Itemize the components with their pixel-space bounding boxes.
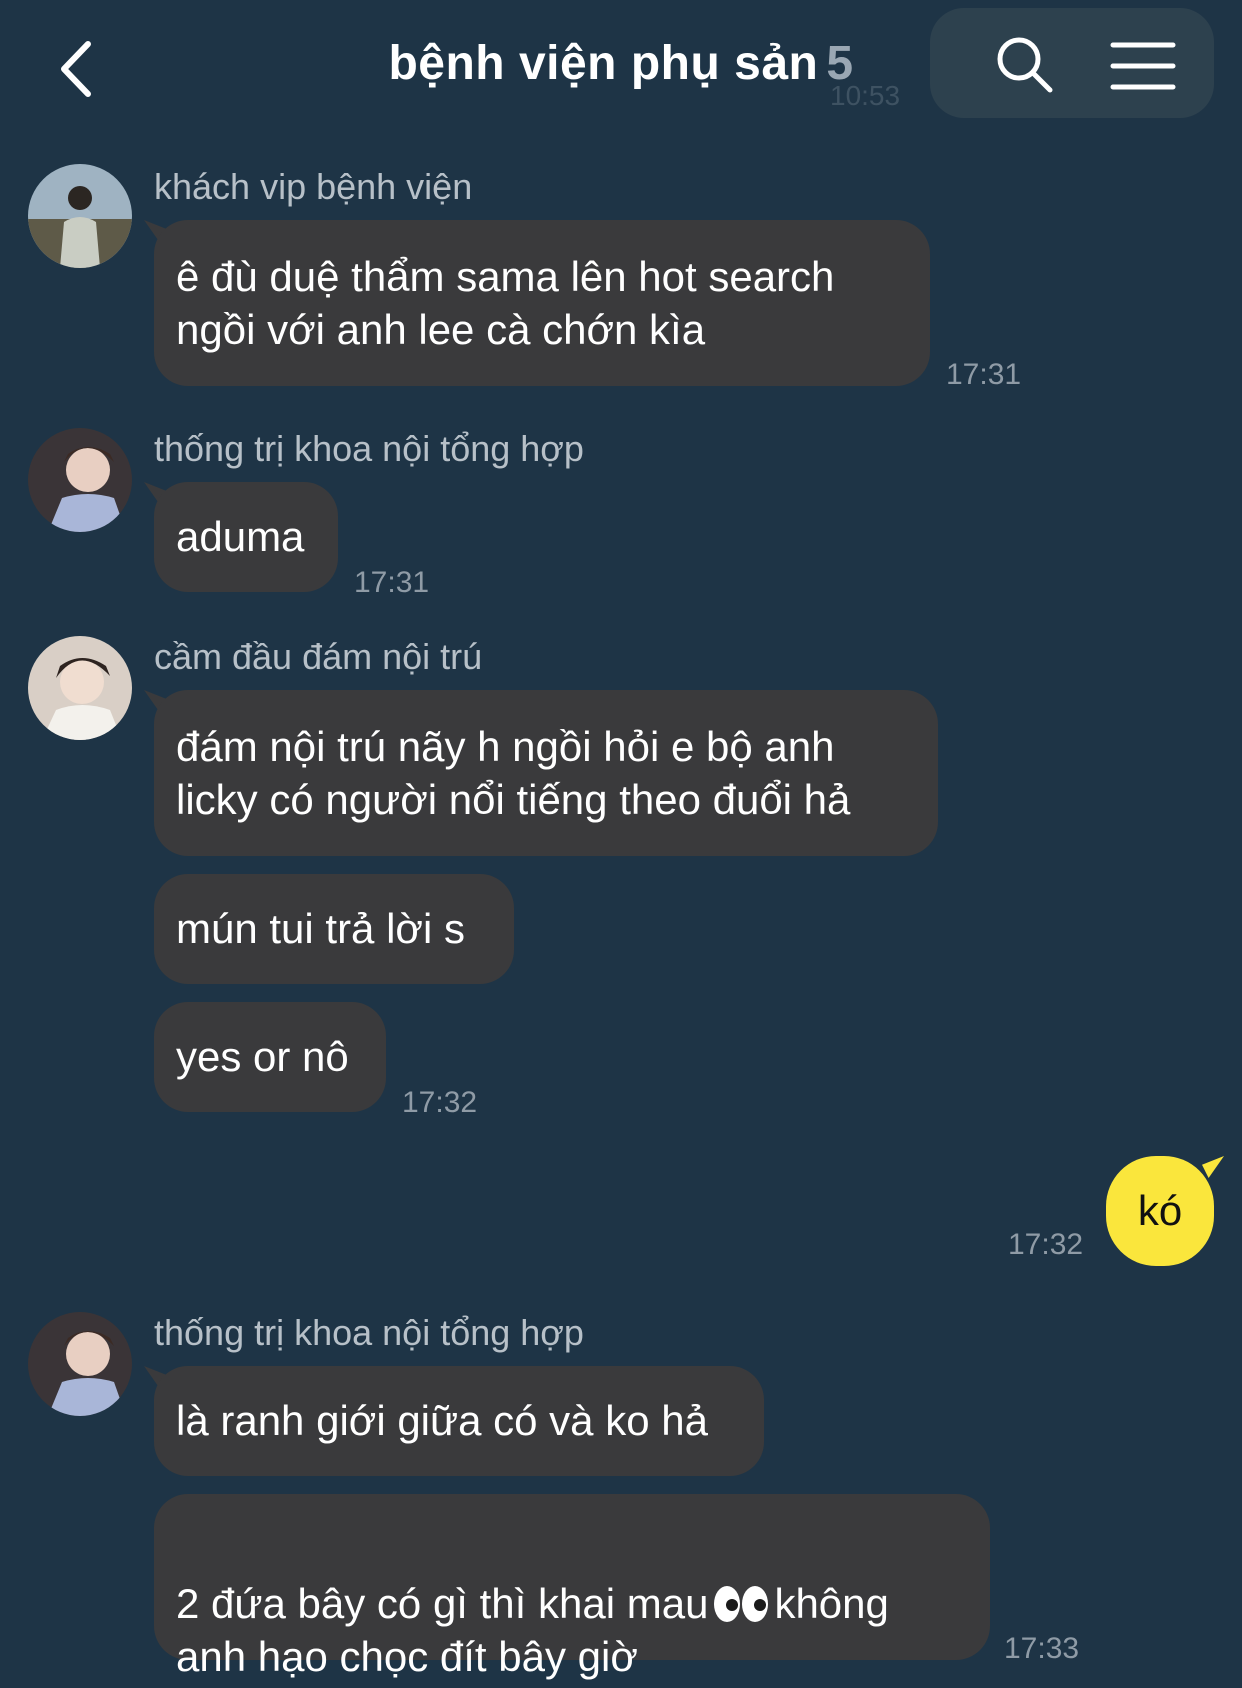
message-text: mún tui trả lời s [176, 905, 465, 952]
avatar-image [28, 164, 132, 268]
sender-name: cầm đầu đám nội trú [154, 636, 483, 677]
message-bubble[interactable]: 2 đứa bây có gì thì khai mau không anh h… [154, 1494, 990, 1680]
message-bubble[interactable]: yes or nô [154, 1002, 386, 1112]
member-count: 5 [826, 37, 854, 90]
message-bubble[interactable]: đám nội trú nãy h ngồi hỏi e bộ anh lick… [154, 690, 938, 856]
message-time: 17:31 [354, 566, 430, 599]
message-time: 17:32 [402, 1086, 478, 1119]
message-time: 17:33 [1004, 1632, 1080, 1665]
message-text: aduma [176, 513, 305, 560]
avatar-thong-tri[interactable] [28, 1312, 132, 1416]
sender-name: thống trị khoa nội tổng hợp [154, 1312, 584, 1353]
avatar-image [28, 636, 132, 740]
message-bubble[interactable]: ê đù duệ thẩm sama lên hot search ngồi v… [154, 220, 930, 386]
hamburger-menu-icon [1110, 42, 1176, 90]
chat-title-text: bệnh viện phụ sản [388, 37, 819, 90]
avatar-image [28, 428, 132, 532]
message-bubble[interactable]: aduma [154, 482, 338, 592]
menu-button[interactable] [1110, 40, 1176, 92]
message-text: 2 đứa bây có gì thì khai mau [176, 1580, 709, 1627]
my-message-bubble[interactable]: kó [1106, 1156, 1214, 1266]
message-time: 17:31 [946, 358, 1022, 391]
message-text: ê đù duệ thẩm sama lên hot search ngồi v… [176, 253, 835, 353]
chat-header: 10:53 bệnh viện phụ sản 5 [0, 0, 1242, 140]
search-button[interactable] [994, 34, 1056, 96]
message-bubble[interactable]: là ranh giới giữa có và ko hả [154, 1366, 764, 1476]
message-text: là ranh giới giữa có và ko hả [176, 1397, 708, 1444]
avatar-khach-vip[interactable] [28, 164, 132, 268]
eyes-emoji-icon [714, 1585, 769, 1622]
avatar-image [28, 1312, 132, 1416]
sender-name: khách vip bệnh viện [154, 166, 473, 207]
avatar-cam-dau[interactable] [28, 636, 132, 740]
sender-name: thống trị khoa nội tổng hợp [154, 428, 584, 469]
message-text: yes or nô [176, 1033, 349, 1080]
avatar-thong-tri[interactable] [28, 428, 132, 532]
message-bubble[interactable]: mún tui trả lời s [154, 874, 514, 984]
search-icon [997, 37, 1053, 93]
message-text: đám nội trú nãy h ngồi hỏi e bộ anh lick… [176, 723, 851, 823]
message-text-line: 2 đứa bây có gì thì khai mau không anh h… [176, 1524, 968, 1683]
my-bubble-tail [1202, 1156, 1224, 1178]
message-text: kó [1137, 1187, 1183, 1234]
message-time: 17:32 [1008, 1228, 1084, 1261]
